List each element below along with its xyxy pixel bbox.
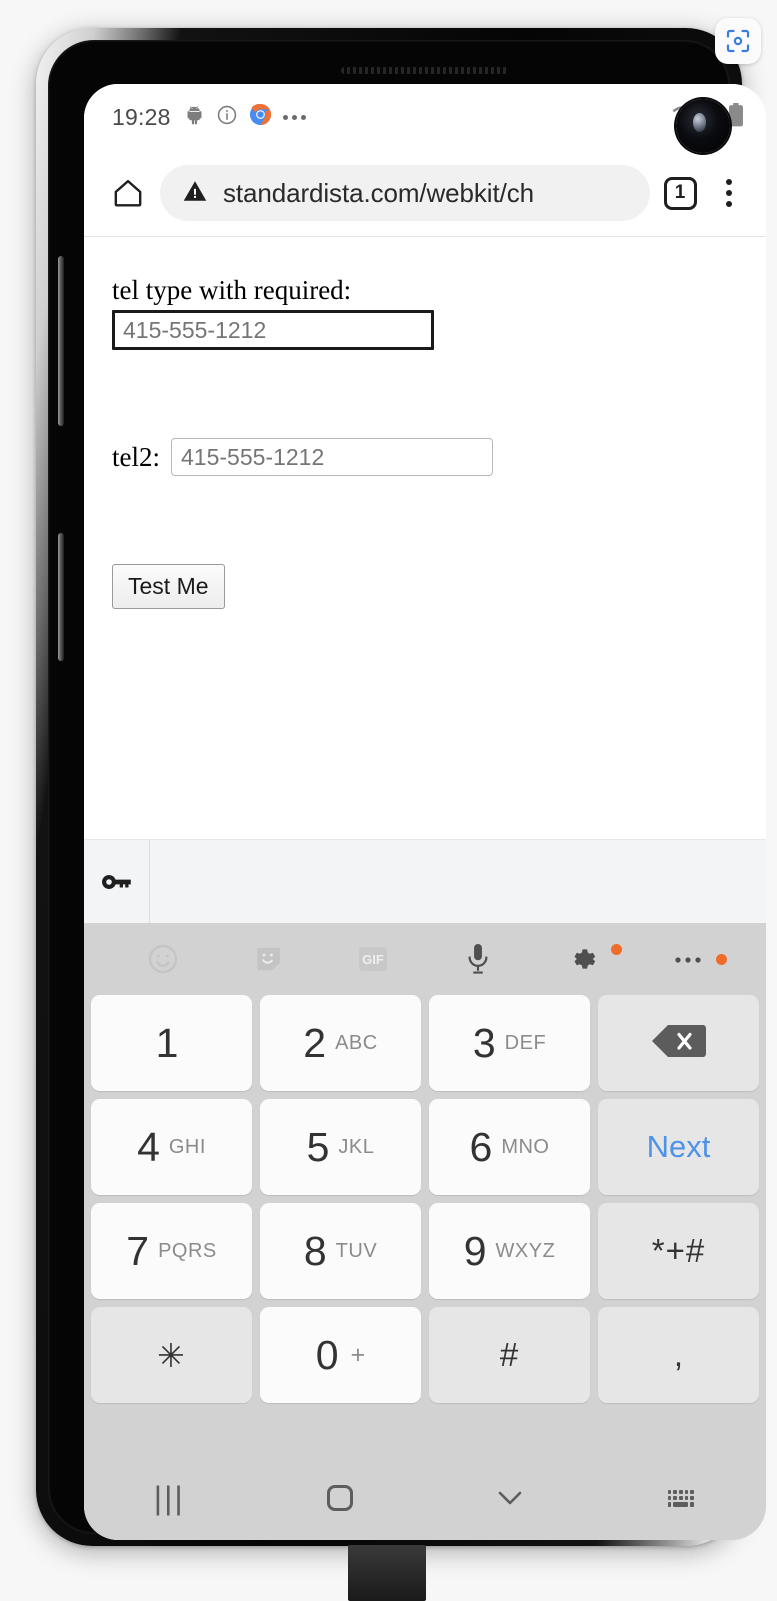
key-letters: MNO bbox=[501, 1135, 550, 1158]
key-digit: 8 bbox=[303, 1227, 327, 1274]
key-digit: 9 bbox=[463, 1227, 487, 1274]
key-digit: 6 bbox=[469, 1123, 493, 1170]
samsung-numeric-keyboard: GIF 1 2 ABC 3 DEF 4 GHI 5 JKL 6 MNO Next… bbox=[84, 923, 766, 1456]
home-nav-icon[interactable] bbox=[255, 1485, 426, 1511]
info-circle-icon bbox=[216, 104, 238, 131]
status-notification-icons bbox=[184, 103, 306, 131]
url-bar[interactable]: standardista.com/webkit/ch bbox=[160, 165, 650, 221]
earpiece-speaker bbox=[341, 67, 509, 74]
keyboard-overflow-icon[interactable] bbox=[635, 952, 740, 966]
emoji-icon[interactable] bbox=[110, 942, 215, 976]
comma-key-label: , bbox=[673, 1336, 684, 1373]
key-7[interactable]: 7 PQRS bbox=[91, 1203, 252, 1299]
autofill-suggestion-bar bbox=[84, 839, 766, 923]
keyboard-toolbar: GIF bbox=[84, 923, 766, 995]
phone-device-frame: 19:28 standardista.com/webkit/ch 1 tel t… bbox=[36, 28, 766, 1546]
keyboard-grid-glyph bbox=[667, 1489, 694, 1507]
phone-screen: 19:28 standardista.com/webkit/ch 1 tel t… bbox=[84, 84, 766, 1540]
tel2-field-row: tel2: bbox=[112, 438, 766, 476]
key-digit: 3 bbox=[472, 1019, 496, 1066]
autofill-suggestion-area[interactable] bbox=[150, 840, 766, 923]
chrome-icon bbox=[249, 103, 272, 131]
key-letters: ABC bbox=[335, 1031, 378, 1054]
hide-keyboard-chevron-icon[interactable] bbox=[425, 1487, 596, 1509]
key-letters: WXYZ bbox=[495, 1239, 556, 1262]
key-6[interactable]: 6 MNO bbox=[429, 1099, 590, 1195]
tab-count[interactable]: 1 bbox=[663, 176, 697, 210]
key-digit: 7 bbox=[126, 1227, 150, 1274]
key-digit: 0 bbox=[315, 1331, 339, 1378]
battery-icon bbox=[728, 102, 744, 132]
overflow-badge-dot bbox=[716, 954, 727, 965]
not-secure-warning-icon[interactable] bbox=[182, 178, 208, 209]
key-letters: GHI bbox=[168, 1135, 206, 1158]
key-digit: 1 bbox=[155, 1019, 179, 1066]
key-3[interactable]: 3 DEF bbox=[429, 995, 590, 1091]
tel1-input[interactable] bbox=[112, 310, 434, 350]
key-digit: 2 bbox=[303, 1019, 327, 1066]
hash-key[interactable]: # bbox=[429, 1307, 590, 1403]
gif-icon[interactable]: GIF bbox=[320, 944, 425, 974]
key-4[interactable]: 4 GHI bbox=[91, 1099, 252, 1195]
asterisk-key[interactable]: ✳ bbox=[91, 1307, 252, 1403]
tel2-input[interactable] bbox=[171, 438, 493, 476]
key-plus: + bbox=[350, 1340, 366, 1369]
microphone-icon[interactable] bbox=[425, 942, 530, 976]
symbols-key-label: *+# bbox=[651, 1232, 706, 1269]
keyboard-row: 1 2 ABC 3 DEF bbox=[91, 995, 759, 1091]
key-letters: TUV bbox=[335, 1239, 378, 1262]
tab-switcher-button[interactable]: 1 bbox=[654, 176, 706, 210]
key-digit: 4 bbox=[137, 1123, 160, 1170]
next-key-label: Next bbox=[646, 1129, 711, 1164]
asterisk-key-label: ✳ bbox=[157, 1336, 186, 1374]
android-status-bar: 19:28 bbox=[84, 84, 766, 150]
scan-capture-icon[interactable] bbox=[715, 18, 761, 64]
password-key-icon[interactable] bbox=[84, 840, 150, 923]
settings-gear-icon[interactable] bbox=[530, 942, 635, 976]
key-letters: DEF bbox=[504, 1031, 547, 1054]
android-navigation-bar: ||| bbox=[84, 1456, 766, 1540]
key-2[interactable]: 2 ABC bbox=[260, 995, 421, 1091]
overflow-dots-icon bbox=[282, 114, 306, 120]
front-camera-punch-hole bbox=[676, 99, 730, 153]
symbols-key[interactable]: *+# bbox=[598, 1203, 759, 1299]
key-letters: PQRS bbox=[158, 1239, 217, 1262]
comma-key[interactable]: , bbox=[598, 1307, 759, 1403]
keyboard-row: ✳ 0 + # , bbox=[91, 1307, 759, 1403]
recents-glyph: ||| bbox=[153, 1479, 185, 1516]
next-key[interactable]: Next bbox=[598, 1099, 759, 1195]
tel2-label: tel2: bbox=[112, 441, 160, 472]
key-5[interactable]: 5 JKL bbox=[260, 1099, 421, 1195]
key-digit: 5 bbox=[306, 1123, 330, 1170]
volume-button[interactable] bbox=[58, 256, 64, 426]
url-text[interactable]: standardista.com/webkit/ch bbox=[223, 178, 534, 209]
sticker-icon[interactable] bbox=[215, 943, 320, 975]
web-page-content: tel type with required: tel2: Test Me bbox=[84, 237, 766, 839]
backspace-key[interactable] bbox=[598, 995, 759, 1091]
hash-key-label: # bbox=[499, 1336, 520, 1373]
status-clock: 19:28 bbox=[112, 103, 171, 130]
backspace-icon bbox=[650, 1022, 708, 1065]
home-square bbox=[326, 1485, 353, 1511]
keyboard-row: 4 GHI 5 JKL 6 MNO Next bbox=[91, 1099, 759, 1195]
recents-icon[interactable]: ||| bbox=[84, 1480, 255, 1517]
test-me-button[interactable]: Test Me bbox=[112, 564, 225, 609]
home-icon[interactable] bbox=[100, 176, 156, 210]
svg-text:GIF: GIF bbox=[362, 952, 384, 967]
key-0[interactable]: 0 + bbox=[260, 1307, 421, 1403]
keyboard-row: 7 PQRS 8 TUV 9 WXYZ *+# bbox=[91, 1203, 759, 1299]
vertical-dots-menu-icon[interactable] bbox=[706, 179, 752, 207]
key-letters: JKL bbox=[338, 1135, 375, 1158]
tel1-label: tel type with required: bbox=[112, 275, 352, 305]
device-stand bbox=[348, 1545, 426, 1601]
power-button[interactable] bbox=[58, 533, 64, 661]
chrome-toolbar: standardista.com/webkit/ch 1 bbox=[84, 150, 766, 236]
switch-keyboard-icon[interactable] bbox=[596, 1489, 767, 1507]
key-1[interactable]: 1 bbox=[91, 995, 252, 1091]
android-robot-icon bbox=[184, 104, 205, 130]
keyboard-key-rows: 1 2 ABC 3 DEF 4 GHI 5 JKL 6 MNO Next 7 P… bbox=[84, 995, 766, 1403]
key-9[interactable]: 9 WXYZ bbox=[429, 1203, 590, 1299]
key-8[interactable]: 8 TUV bbox=[260, 1203, 421, 1299]
gear-badge-dot bbox=[611, 944, 622, 955]
